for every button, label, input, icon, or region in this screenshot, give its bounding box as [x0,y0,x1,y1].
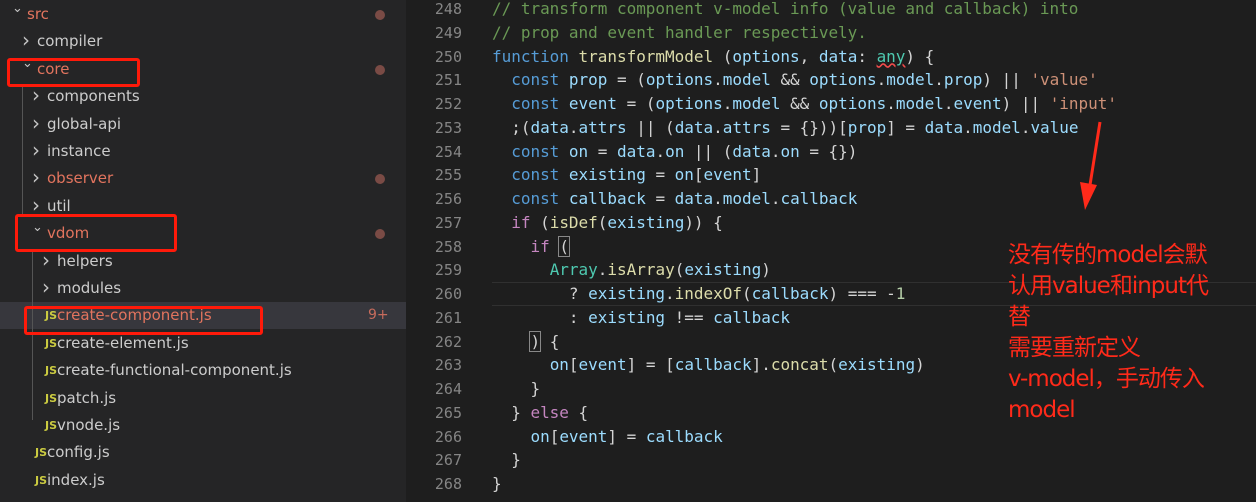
highlight-box-vdom [15,214,177,252]
highlight-box-core [7,58,140,87]
annotation-note: 没有传的model会默 认用value和input代替需要重新定义 v-model，… [1008,240,1248,426]
annotation-line: 替 [1008,304,1031,330]
highlight-box-create-component [24,306,263,335]
annotation-line: model [1008,397,1076,423]
annotation-line: 认用value和input代 [1008,273,1209,299]
annotation-line: 需要重新定义 [1008,335,1141,361]
annotation-line: 没有传的model会默 [1008,242,1208,268]
annotation-line: v-model，手动传入 [1008,366,1205,392]
